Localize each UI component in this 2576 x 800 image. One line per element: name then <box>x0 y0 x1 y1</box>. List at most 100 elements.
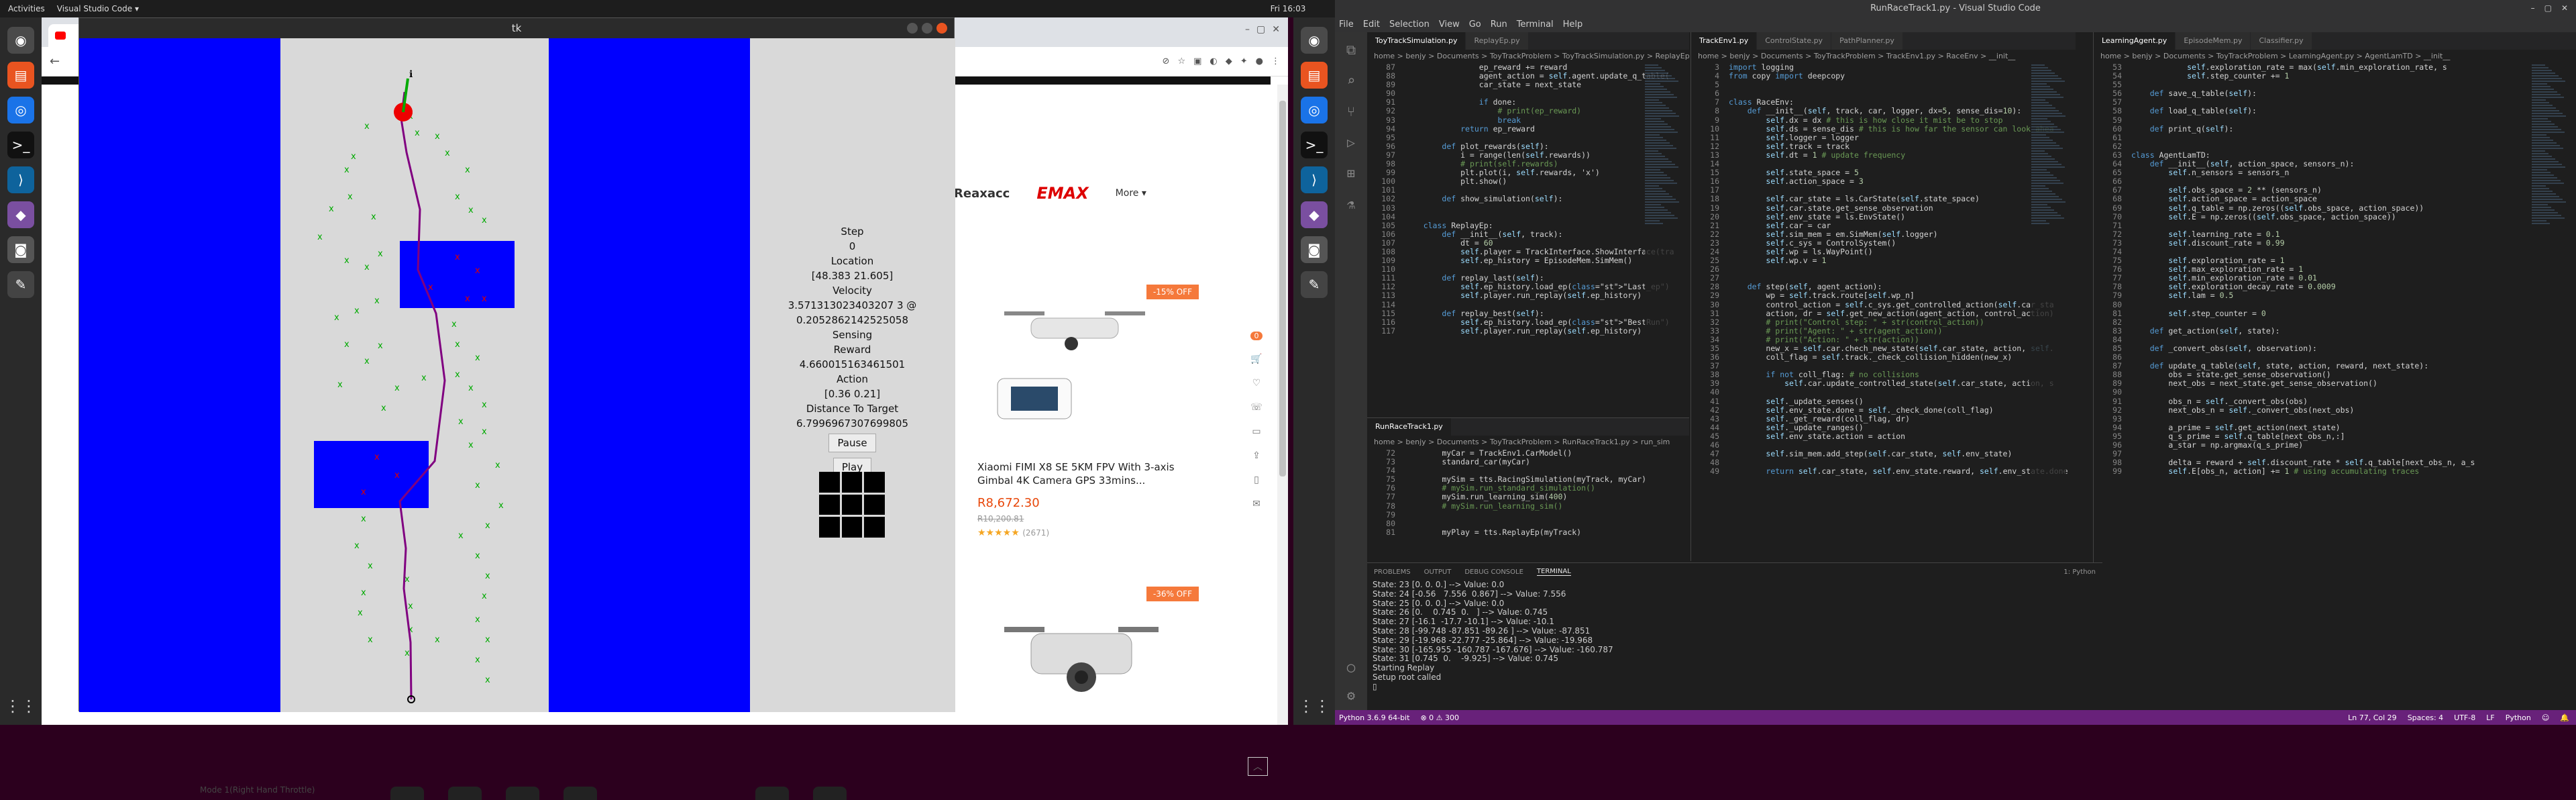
code-line[interactable]: 80 <box>2094 300 2576 309</box>
eol[interactable]: LF <box>2486 713 2494 722</box>
code-line[interactable]: 65 self.n_sensors = sensors_n <box>2094 168 2576 177</box>
code-line[interactable]: 61 <box>2094 133 2576 142</box>
clock[interactable]: Fri 16:03 <box>1271 4 1306 13</box>
code-line[interactable]: 89 car_state = next_state <box>1367 81 1689 89</box>
code-line[interactable]: 54 self.step_counter += 1 <box>2094 71 2576 81</box>
chromium-icon[interactable]: ◎ <box>7 97 34 123</box>
run-icon[interactable]: ▷ <box>1347 134 1355 150</box>
code-line[interactable]: 44 self._update_ranges() <box>1691 423 2076 432</box>
code-line[interactable]: 94 a_prime = self.get_action(next_state) <box>2094 423 2576 432</box>
extension-icon[interactable]: ⊘ <box>1163 56 1170 66</box>
code-line[interactable]: 18 self.car_state = ls.CarState(self.sta… <box>1691 195 2076 203</box>
code-line[interactable]: 40 <box>1691 388 2076 397</box>
code-line[interactable]: 79 <box>1367 510 1689 519</box>
chat-icon[interactable]: ☏ <box>1250 402 1263 413</box>
search-icon[interactable]: ⌕ <box>1347 72 1355 89</box>
close-icon[interactable]: ✕ <box>2561 3 2568 13</box>
activities-button[interactable]: Activities <box>8 4 45 13</box>
code-line[interactable]: 47 self.sim_mem.add_step(self.car_state,… <box>1691 450 2076 458</box>
code-line[interactable]: 100 plt.show() <box>1367 177 1689 186</box>
cart-icon[interactable]: 🛒 <box>1250 354 1262 364</box>
notifications-icon[interactable]: 🔔 <box>2560 713 2569 722</box>
cart-count[interactable]: 0 <box>1250 332 1263 340</box>
app-icon[interactable]: ◆ <box>7 201 34 228</box>
editor-tab[interactable]: RunRaceTrack1.py <box>1367 418 1452 436</box>
notes-icon[interactable]: ✎ <box>7 271 34 298</box>
code-line[interactable]: 92 # print(ep_reward) <box>1367 107 1689 115</box>
code-line[interactable]: 105 class ReplayEp: <box>1367 221 1689 230</box>
terminal-icon[interactable]: >_ <box>7 132 34 158</box>
maximize-icon[interactable] <box>922 23 932 34</box>
vscode-icon[interactable]: ⟩ <box>1301 166 1328 193</box>
more-menu[interactable]: More ▾ <box>1116 188 1146 199</box>
extension-icon[interactable]: ✦ <box>1240 56 1248 66</box>
gear-icon[interactable]: ⚙ <box>1347 687 1355 703</box>
editor-tab[interactable]: LearningAgent.py <box>2094 32 2176 50</box>
code-line[interactable]: 59 <box>2094 115 2576 125</box>
code-line[interactable]: 103 <box>1367 203 1689 213</box>
editor-tab[interactable]: ControlState.py <box>1757 32 1832 50</box>
breadcrumb[interactable]: home > benjy > Documents > ToyTrackProbl… <box>1367 436 1689 449</box>
coupon-icon[interactable]: ▭ <box>1252 426 1260 437</box>
code-line[interactable]: 45 self.env_state.action = action <box>1691 432 2076 441</box>
breadcrumb[interactable]: home > benjy > Documents > ToyTrackProbl… <box>1691 50 2076 63</box>
menu-file[interactable]: File <box>1339 19 1354 30</box>
chrome-icon[interactable]: ◉ <box>7 27 34 54</box>
code-line[interactable]: 80 <box>1367 519 1689 528</box>
minimap[interactable] <box>1645 63 1680 416</box>
code-line[interactable]: 89 next_obs = next_state.get_sense_obser… <box>2094 379 2576 388</box>
code-line[interactable]: 109 self.ep_history = EpisodeMem.SimMem(… <box>1367 256 1689 265</box>
tab-debug-console[interactable]: DEBUG CONSOLE <box>1464 568 1523 576</box>
minimap[interactable] <box>2532 63 2567 710</box>
code-line[interactable]: 93 <box>2094 414 2576 423</box>
python-interpreter[interactable]: Python 3.6.9 64-bit <box>1339 713 1409 722</box>
code-editor[interactable]: 53 self.exploration_rate = max(self.min_… <box>2094 62 2576 476</box>
code-line[interactable]: 82 <box>2094 317 2576 327</box>
code-line[interactable]: 26 <box>1691 265 2076 274</box>
product-card[interactable]: -15% OFF Xiaomi FIMI X8 SE 5KM FPV With … <box>977 285 1199 553</box>
code-line[interactable]: 83 def get_action(self, state): <box>2094 326 2576 336</box>
code-line[interactable]: 22 self.sim_mem = em.SimMem(self.logger) <box>1691 230 2076 239</box>
chrome-icon[interactable]: ◉ <box>1301 27 1328 54</box>
phone-icon[interactable]: ▯ <box>1254 474 1259 485</box>
menu-icon[interactable]: ⋮ <box>1271 56 1280 66</box>
code-line[interactable]: 72 self.learning_rate = 0.1 <box>2094 230 2576 239</box>
avatar[interactable]: ● <box>1256 56 1263 66</box>
editor-tab[interactable]: EpisodeMem.py <box>2176 32 2251 50</box>
code-line[interactable]: 99 self.E[obs_n, action] += 1 # using ac… <box>2094 467 2576 476</box>
code-line[interactable]: 49 return self.car_state, self.env_state… <box>1691 467 2076 476</box>
code-line[interactable]: 107 dt = 60 <box>1367 238 1689 248</box>
menu-run[interactable]: Run <box>1491 19 1507 30</box>
code-line[interactable]: 73 self.discount_rate = 0.99 <box>2094 238 2576 248</box>
menu-terminal[interactable]: Terminal <box>1517 19 1554 30</box>
extension-icon[interactable]: ◆ <box>1226 56 1232 66</box>
code-line[interactable]: 29 wp = self.track.route[self.wp_n] <box>1691 291 2076 300</box>
star-icon[interactable]: ☆ <box>1177 56 1185 66</box>
share-icon[interactable]: ⇪ <box>1252 450 1260 461</box>
terminal-output[interactable]: State: 23 [0. 0. 0.] --> Value: 0.0 State… <box>1367 580 2102 692</box>
camera-icon[interactable]: ◙ <box>7 236 34 263</box>
editor-tab[interactable]: ReplayEp.py <box>1466 32 1529 50</box>
minimize-icon[interactable]: – <box>2531 3 2535 13</box>
problems-count[interactable]: ⊗ 0 ⚠ 300 <box>1420 713 1459 722</box>
code-line[interactable]: 113 self.player.run_replay(self.ep_histo… <box>1367 291 1689 300</box>
code-line[interactable]: 36 coll_flag = self.track._check_collisi… <box>1691 352 2076 362</box>
code-line[interactable]: 70 self.E = np.zeros((self.obs_space, ac… <box>2094 212 2576 221</box>
code-line[interactable]: 30 control_action = self.c_sys.get_contr… <box>1691 300 2076 309</box>
code-line[interactable]: 4 from copy import deepcopy <box>1691 71 2076 81</box>
minimize-icon[interactable]: – <box>1245 24 1250 35</box>
code-line[interactable]: 104 <box>1367 212 1689 221</box>
explorer-icon[interactable]: ⧉ <box>1346 42 1356 58</box>
indentation[interactable]: Spaces: 4 <box>2408 713 2443 722</box>
tab-terminal[interactable]: TERMINAL <box>1536 568 1571 576</box>
maximize-icon[interactable]: ▢ <box>2544 3 2552 13</box>
code-line[interactable]: 16 self.action_space = 3 <box>1691 177 2076 186</box>
code-line[interactable]: 94 return ep_reward <box>1367 124 1689 134</box>
editor-tab[interactable]: Classifier.py <box>2251 32 2312 50</box>
extension-icon[interactable]: ▣ <box>1193 56 1201 66</box>
code-line[interactable]: 71 <box>2094 221 2576 230</box>
menu-view[interactable]: View <box>1439 19 1460 30</box>
extensions-icon[interactable]: ⊞ <box>1347 165 1355 181</box>
code-line[interactable]: 58 def load_q_table(self): <box>2094 107 2576 115</box>
code-line[interactable]: 106 def __init__(self, track): <box>1367 230 1689 239</box>
